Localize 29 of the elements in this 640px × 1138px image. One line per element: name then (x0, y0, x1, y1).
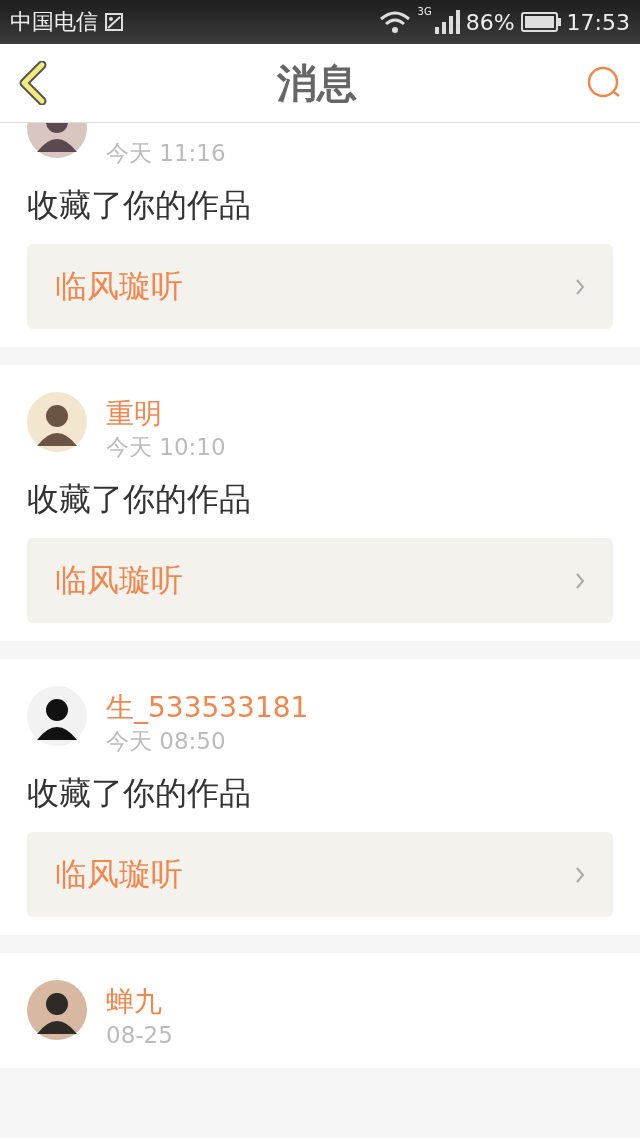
user-name[interactable]: 生_533533181 (106, 690, 309, 726)
chevron-right-icon (575, 571, 585, 590)
timestamp: 今天 10:10 (106, 433, 226, 462)
chevron-right-icon (575, 865, 585, 884)
work-link[interactable]: 临风璇听 (27, 832, 613, 917)
avatar-icon (27, 980, 87, 1040)
carrier-name: 中国电信 (10, 8, 98, 36)
work-link[interactable]: 临风璇听 (27, 538, 613, 623)
user-name[interactable]: 重明 (106, 396, 226, 432)
clock: 17:53 (566, 9, 630, 35)
message-text: 收藏了你的作品 (27, 773, 252, 814)
image-icon (104, 12, 124, 32)
timestamp: 08-25 (106, 1021, 173, 1050)
timestamp: 今天 11:16 (106, 139, 226, 168)
user-name[interactable]: 蝉九 (106, 984, 173, 1020)
message-text: 收藏了你的作品 (27, 185, 252, 226)
network-type: 3G (417, 6, 432, 17)
page-title: 消息 (277, 58, 357, 108)
wifi-icon (377, 10, 412, 34)
signal-icon (433, 10, 460, 34)
avatar-icon (27, 392, 87, 452)
battery-percent: 86% (465, 9, 515, 35)
timestamp: 今天 08:50 (106, 727, 227, 756)
message-text: 收藏了你的作品 (27, 479, 252, 520)
battery-icon (520, 12, 561, 32)
avatar-icon (27, 686, 87, 746)
work-link[interactable]: 临风璇听 (27, 244, 613, 329)
chevron-right-icon (575, 277, 585, 296)
back-button[interactable] (18, 61, 48, 105)
